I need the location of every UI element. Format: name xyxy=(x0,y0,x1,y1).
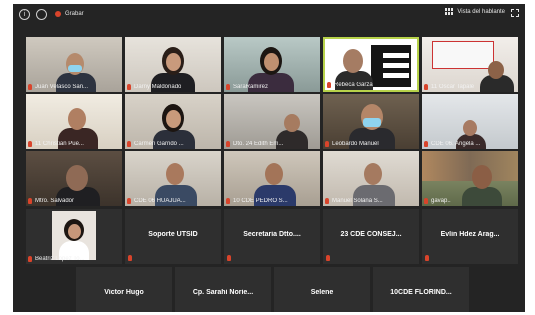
mic-muted-icon xyxy=(127,84,131,90)
participant-name: Selene xyxy=(310,289,334,296)
participant-name: Darny Maldonado xyxy=(127,84,181,90)
participant-name: Victor Hugo xyxy=(104,289,144,296)
participant-name: Evlin Hdez Arag... xyxy=(440,231,500,238)
video-tile[interactable]: SaraRamirez xyxy=(224,37,320,92)
mic-muted-icon xyxy=(227,255,231,261)
participant-name: Soporte UTSID xyxy=(148,231,198,238)
record-label: Grabar xyxy=(65,11,84,17)
name-tile[interactable]: 23 CDE CONSEJ... xyxy=(323,209,419,264)
participant-name: gavap.. xyxy=(424,198,451,204)
participant-name: 11 Christian Pue... xyxy=(28,141,84,147)
name-tile[interactable]: Soporte UTSID xyxy=(125,209,221,264)
speaker-view-label: Vista del hablante xyxy=(457,8,505,15)
name-tile[interactable]: Secretaria Dtto.... xyxy=(224,209,320,264)
video-tile[interactable]: gavap.. xyxy=(422,151,518,206)
participant-name: CDE 06 HUAJUA... xyxy=(127,198,186,204)
video-tile[interactable]: Carmen Garrido ... xyxy=(125,94,221,149)
mic-muted-icon xyxy=(128,255,132,261)
mic-muted-icon xyxy=(325,141,329,147)
video-tile[interactable]: Manuel Solana S... xyxy=(323,151,419,206)
video-tile[interactable]: 10 CDE PEDRO S... xyxy=(224,151,320,206)
video-tile[interactable]: CDE 06. Angela ... xyxy=(422,94,518,149)
participant-name: Leobardo Manuel xyxy=(325,141,379,147)
video-tile[interactable]: Darny Maldonado xyxy=(125,37,221,92)
mic-muted-icon xyxy=(424,84,428,90)
participant-name: Mtro. Salvador xyxy=(28,198,74,204)
participant-name: 11 Oscar Tapale xyxy=(424,84,474,90)
video-tile[interactable]: Leobardo Manuel xyxy=(323,94,419,149)
video-tile[interactable]: 11 Christian Pue... xyxy=(26,94,122,149)
top-bar: i Grabar Vista del hablante xyxy=(13,4,525,24)
mic-muted-icon xyxy=(226,198,230,204)
mic-muted-icon xyxy=(424,198,428,204)
mic-muted-icon xyxy=(28,84,32,90)
mic-muted-icon xyxy=(326,255,330,261)
mic-muted-icon xyxy=(28,256,32,262)
participant-name: 10 CDE PEDRO S... xyxy=(226,198,288,204)
video-tile[interactable]: Dto. 24 Edith Em... xyxy=(224,94,320,149)
mic-muted-icon xyxy=(425,255,429,261)
mic-muted-icon xyxy=(325,198,329,204)
participant-name: CDE 06. Angela ... xyxy=(424,141,480,147)
participant-name: Rebeca Garza xyxy=(327,82,373,88)
mic-muted-icon xyxy=(127,141,131,147)
grid-icon xyxy=(445,8,455,15)
video-tile[interactable]: Beatriz Lopez To... xyxy=(26,209,122,264)
mic-muted-icon xyxy=(327,82,331,88)
name-tile[interactable]: Victor Hugo xyxy=(76,267,172,312)
speaker-view-button[interactable]: Vista del hablante xyxy=(445,8,505,15)
participant-name: Carmen Garrido ... xyxy=(127,141,184,147)
participant-name: 10CDE FLORIND... xyxy=(390,289,452,296)
video-tile[interactable]: Juan Velasco San... xyxy=(26,37,122,92)
info-icon[interactable]: i xyxy=(19,8,30,20)
video-tile[interactable]: Mtro. Salvador xyxy=(26,151,122,206)
meeting-window: i Grabar Vista del hablante Juan Velasco… xyxy=(13,4,525,312)
record-indicator[interactable]: Grabar xyxy=(55,11,84,17)
name-tile[interactable]: Cp. Sarahi Norie... xyxy=(175,267,271,312)
name-tile[interactable]: Evlin Hdez Arag... xyxy=(422,209,518,264)
video-tile[interactable]: CDE 06 HUAJUA... xyxy=(125,151,221,206)
mic-muted-icon xyxy=(226,84,230,90)
participant-name: Juan Velasco San... xyxy=(28,84,88,90)
name-tile[interactable]: Selene xyxy=(274,267,370,312)
video-tile-active-speaker[interactable]: Rebeca Garza xyxy=(323,37,419,92)
participant-name: Secretaria Dtto.... xyxy=(243,231,301,238)
participant-name: Manuel Solana S... xyxy=(325,198,383,204)
mic-muted-icon xyxy=(226,141,230,147)
record-dot-icon xyxy=(55,11,61,17)
mic-muted-icon xyxy=(28,141,32,147)
participant-name: Dto. 24 Edith Em... xyxy=(226,141,283,147)
mic-muted-icon xyxy=(127,198,131,204)
fullscreen-icon[interactable] xyxy=(511,9,519,17)
participant-name: Cp. Sarahi Norie... xyxy=(192,289,254,296)
mic-muted-icon xyxy=(424,141,428,147)
name-tile[interactable]: 10CDE FLORIND... xyxy=(373,267,469,312)
mic-muted-icon xyxy=(28,198,32,204)
participant-name: Beatriz Lopez To... xyxy=(28,256,85,262)
participant-name: SaraRamirez xyxy=(226,84,268,90)
shield-icon[interactable] xyxy=(36,8,47,20)
video-tile[interactable]: 11 Oscar Tapale xyxy=(422,37,518,92)
participant-name: 23 CDE CONSEJ... xyxy=(340,231,402,238)
